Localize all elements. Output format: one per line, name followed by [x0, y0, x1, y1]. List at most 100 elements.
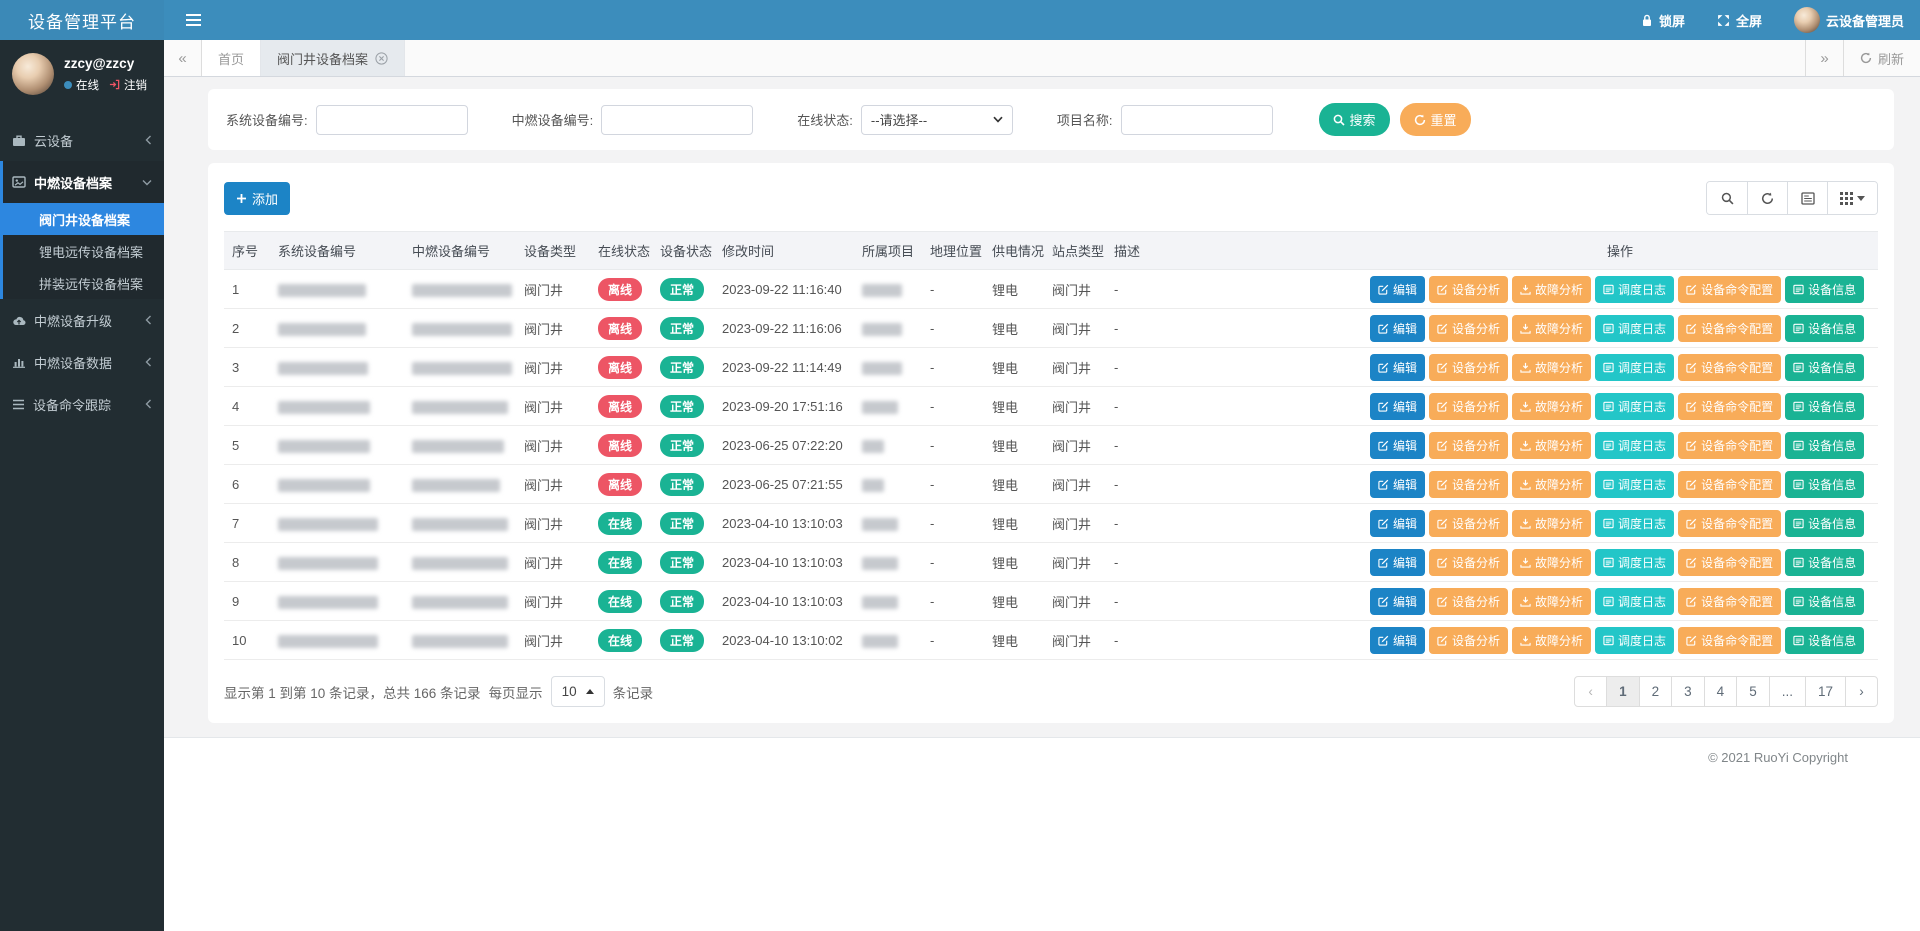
- fault-analysis-button[interactable]: 故障分析: [1512, 432, 1591, 459]
- device-command-config-button[interactable]: 设备命令配置: [1678, 588, 1781, 615]
- device-analysis-button[interactable]: 设备分析: [1429, 549, 1508, 576]
- fault-analysis-button[interactable]: 故障分析: [1512, 549, 1591, 576]
- fault-analysis-button[interactable]: 故障分析: [1512, 627, 1591, 654]
- fault-analysis-button[interactable]: 故障分析: [1512, 510, 1591, 537]
- pagination-page-button[interactable]: 3: [1671, 676, 1705, 707]
- page-size-select[interactable]: 10: [551, 676, 605, 707]
- edit-button[interactable]: 编辑: [1370, 315, 1425, 342]
- device-analysis-button[interactable]: 设备分析: [1429, 510, 1508, 537]
- gas-id-input[interactable]: [601, 105, 753, 135]
- device-info-button[interactable]: 设备信息: [1785, 510, 1864, 537]
- pagination-page-button[interactable]: 1: [1606, 676, 1640, 707]
- table-columns-button[interactable]: [1827, 182, 1877, 214]
- device-command-config-button[interactable]: 设备命令配置: [1678, 432, 1781, 459]
- project-name-input[interactable]: [1121, 105, 1273, 135]
- device-info-button[interactable]: 设备信息: [1785, 627, 1864, 654]
- pagination-ellipsis[interactable]: ...: [1769, 676, 1806, 707]
- refresh-tab-button[interactable]: 刷新: [1843, 40, 1920, 76]
- dispatch-log-button[interactable]: 调度日志: [1595, 627, 1674, 654]
- dispatch-log-button[interactable]: 调度日志: [1595, 432, 1674, 459]
- lock-screen-button[interactable]: 锁屏: [1625, 0, 1701, 40]
- dispatch-log-button[interactable]: 调度日志: [1595, 354, 1674, 381]
- fault-analysis-button[interactable]: 故障分析: [1512, 354, 1591, 381]
- fault-analysis-button[interactable]: 故障分析: [1512, 276, 1591, 303]
- device-info-button[interactable]: 设备信息: [1785, 588, 1864, 615]
- edit-button[interactable]: 编辑: [1370, 354, 1425, 381]
- edit-button[interactable]: 编辑: [1370, 471, 1425, 498]
- online-status-select[interactable]: --请选择--: [861, 105, 1013, 135]
- device-command-config-button[interactable]: 设备命令配置: [1678, 627, 1781, 654]
- device-analysis-button[interactable]: 设备分析: [1429, 627, 1508, 654]
- device-analysis-button[interactable]: 设备分析: [1429, 471, 1508, 498]
- system-id-input[interactable]: [316, 105, 468, 135]
- dispatch-log-button[interactable]: 调度日志: [1595, 276, 1674, 303]
- tabs-scroll-right-button[interactable]: »: [1805, 40, 1843, 76]
- pagination-page-button[interactable]: 5: [1736, 676, 1770, 707]
- sidebar-item-gas-device-archive[interactable]: 中燃设备档案: [3, 161, 164, 203]
- fault-analysis-button[interactable]: 故障分析: [1512, 393, 1591, 420]
- device-analysis-button[interactable]: 设备分析: [1429, 354, 1508, 381]
- reset-button[interactable]: 重置: [1400, 103, 1471, 136]
- fault-analysis-button[interactable]: 故障分析: [1512, 588, 1591, 615]
- sidebar-item-cloud-device[interactable]: 云设备: [0, 119, 164, 161]
- sidebar-item-device-upgrade[interactable]: 中燃设备升级: [0, 299, 164, 341]
- device-command-config-button[interactable]: 设备命令配置: [1678, 549, 1781, 576]
- device-info-button[interactable]: 设备信息: [1785, 471, 1864, 498]
- edit-button[interactable]: 编辑: [1370, 393, 1425, 420]
- close-tab-icon[interactable]: [375, 52, 388, 65]
- device-command-config-button[interactable]: 设备命令配置: [1678, 510, 1781, 537]
- fault-analysis-button[interactable]: 故障分析: [1512, 471, 1591, 498]
- device-info-button[interactable]: 设备信息: [1785, 549, 1864, 576]
- tabs-scroll-left-button[interactable]: «: [164, 40, 202, 76]
- device-analysis-button[interactable]: 设备分析: [1429, 588, 1508, 615]
- edit-button[interactable]: 编辑: [1370, 549, 1425, 576]
- edit-button[interactable]: 编辑: [1370, 510, 1425, 537]
- device-analysis-button[interactable]: 设备分析: [1429, 315, 1508, 342]
- device-analysis-button[interactable]: 设备分析: [1429, 393, 1508, 420]
- table-refresh-button[interactable]: [1747, 182, 1787, 214]
- pagination-page-button[interactable]: 17: [1805, 676, 1846, 707]
- device-info-button[interactable]: 设备信息: [1785, 432, 1864, 459]
- pagination-next-button[interactable]: ›: [1845, 676, 1878, 707]
- tab-home[interactable]: 首页: [202, 40, 261, 76]
- pagination-page-button[interactable]: 2: [1639, 676, 1673, 707]
- device-command-config-button[interactable]: 设备命令配置: [1678, 354, 1781, 381]
- device-analysis-button[interactable]: 设备分析: [1429, 276, 1508, 303]
- pagination-prev-button[interactable]: ‹: [1574, 676, 1607, 707]
- sidebar-item-device-data[interactable]: 中燃设备数据: [0, 341, 164, 383]
- dispatch-log-button[interactable]: 调度日志: [1595, 471, 1674, 498]
- device-command-config-button[interactable]: 设备命令配置: [1678, 393, 1781, 420]
- sidebar-item-command-tracking[interactable]: 设备命令跟踪: [0, 383, 164, 425]
- logout-button[interactable]: 注销: [109, 77, 147, 93]
- device-info-button[interactable]: 设备信息: [1785, 315, 1864, 342]
- device-command-config-button[interactable]: 设备命令配置: [1678, 276, 1781, 303]
- dispatch-log-button[interactable]: 调度日志: [1595, 393, 1674, 420]
- sidebar-item-valve-well-archive[interactable]: 阀门井设备档案: [3, 203, 164, 235]
- search-button[interactable]: 搜索: [1319, 103, 1390, 136]
- dispatch-log-button[interactable]: 调度日志: [1595, 588, 1674, 615]
- edit-button[interactable]: 编辑: [1370, 627, 1425, 654]
- edit-button[interactable]: 编辑: [1370, 588, 1425, 615]
- pagination-page-button[interactable]: 4: [1704, 676, 1738, 707]
- device-info-button[interactable]: 设备信息: [1785, 393, 1864, 420]
- edit-button[interactable]: 编辑: [1370, 276, 1425, 303]
- user-menu[interactable]: 云设备管理员: [1778, 0, 1920, 40]
- sidebar-item-assembled-remote-archive[interactable]: 拼装远传设备档案: [3, 267, 164, 299]
- fullscreen-button[interactable]: 全屏: [1701, 0, 1778, 40]
- tab-valve-well-archive[interactable]: 阀门井设备档案: [261, 40, 405, 76]
- device-command-config-button[interactable]: 设备命令配置: [1678, 471, 1781, 498]
- device-command-config-button[interactable]: 设备命令配置: [1678, 315, 1781, 342]
- table-detail-view-button[interactable]: [1787, 182, 1827, 214]
- sidebar-item-lithium-remote-archive[interactable]: 锂电远传设备档案: [3, 235, 164, 267]
- device-info-button[interactable]: 设备信息: [1785, 276, 1864, 303]
- device-analysis-button[interactable]: 设备分析: [1429, 432, 1508, 459]
- dispatch-log-button[interactable]: 调度日志: [1595, 549, 1674, 576]
- dispatch-log-button[interactable]: 调度日志: [1595, 315, 1674, 342]
- fault-analysis-button[interactable]: 故障分析: [1512, 315, 1591, 342]
- edit-button[interactable]: 编辑: [1370, 432, 1425, 459]
- table-search-button[interactable]: [1707, 182, 1747, 214]
- add-button[interactable]: 添加: [224, 182, 290, 215]
- device-info-button[interactable]: 设备信息: [1785, 354, 1864, 381]
- dispatch-log-button[interactable]: 调度日志: [1595, 510, 1674, 537]
- sidebar-toggle-button[interactable]: [164, 0, 223, 40]
